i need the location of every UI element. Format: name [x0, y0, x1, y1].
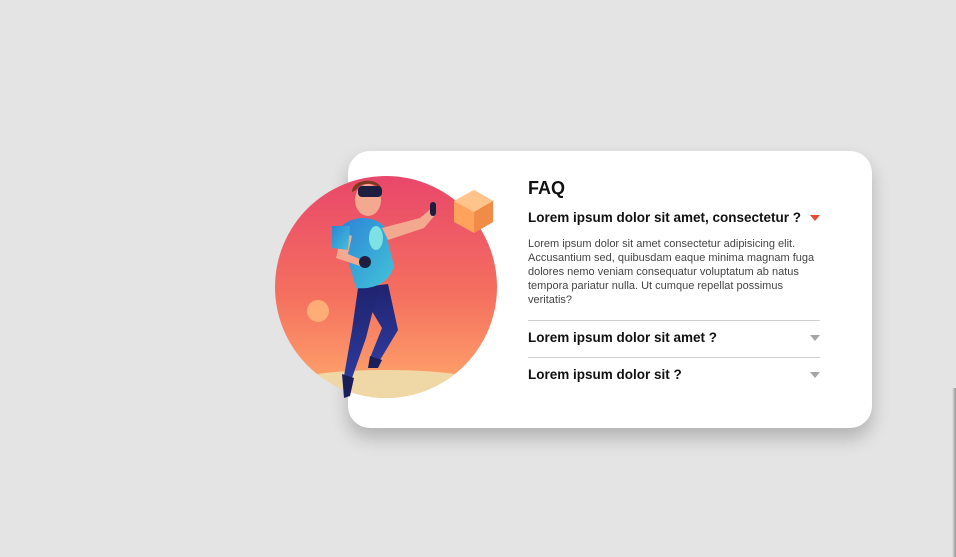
faq-question-2[interactable]: Lorem ipsum dolor sit amet ? [528, 329, 820, 347]
divider [528, 357, 820, 358]
divider [528, 320, 820, 321]
chevron-down-icon[interactable] [810, 215, 820, 221]
faq-question-1[interactable]: Lorem ipsum dolor sit amet, consectetur … [528, 209, 820, 227]
faq-question-2-label: Lorem ipsum dolor sit amet ? [528, 330, 718, 345]
faq-question-1-label: Lorem ipsum dolor sit amet, consectetur … [528, 210, 802, 225]
scroll-edge-shadow [952, 388, 956, 557]
chevron-down-icon[interactable] [810, 372, 820, 378]
chevron-down-icon[interactable] [810, 335, 820, 341]
faq-question-3-label: Lorem ipsum dolor sit ? [528, 367, 682, 382]
faq-question-3[interactable]: Lorem ipsum dolor sit ? [528, 366, 820, 384]
faq-content: FAQ Lorem ipsum dolor sit amet, consecte… [528, 176, 820, 384]
faq-title: FAQ [528, 178, 566, 198]
vr-person-illustration [275, 176, 497, 398]
faq-answer-1: Lorem ipsum dolor sit amet consectetur a… [528, 238, 815, 306]
